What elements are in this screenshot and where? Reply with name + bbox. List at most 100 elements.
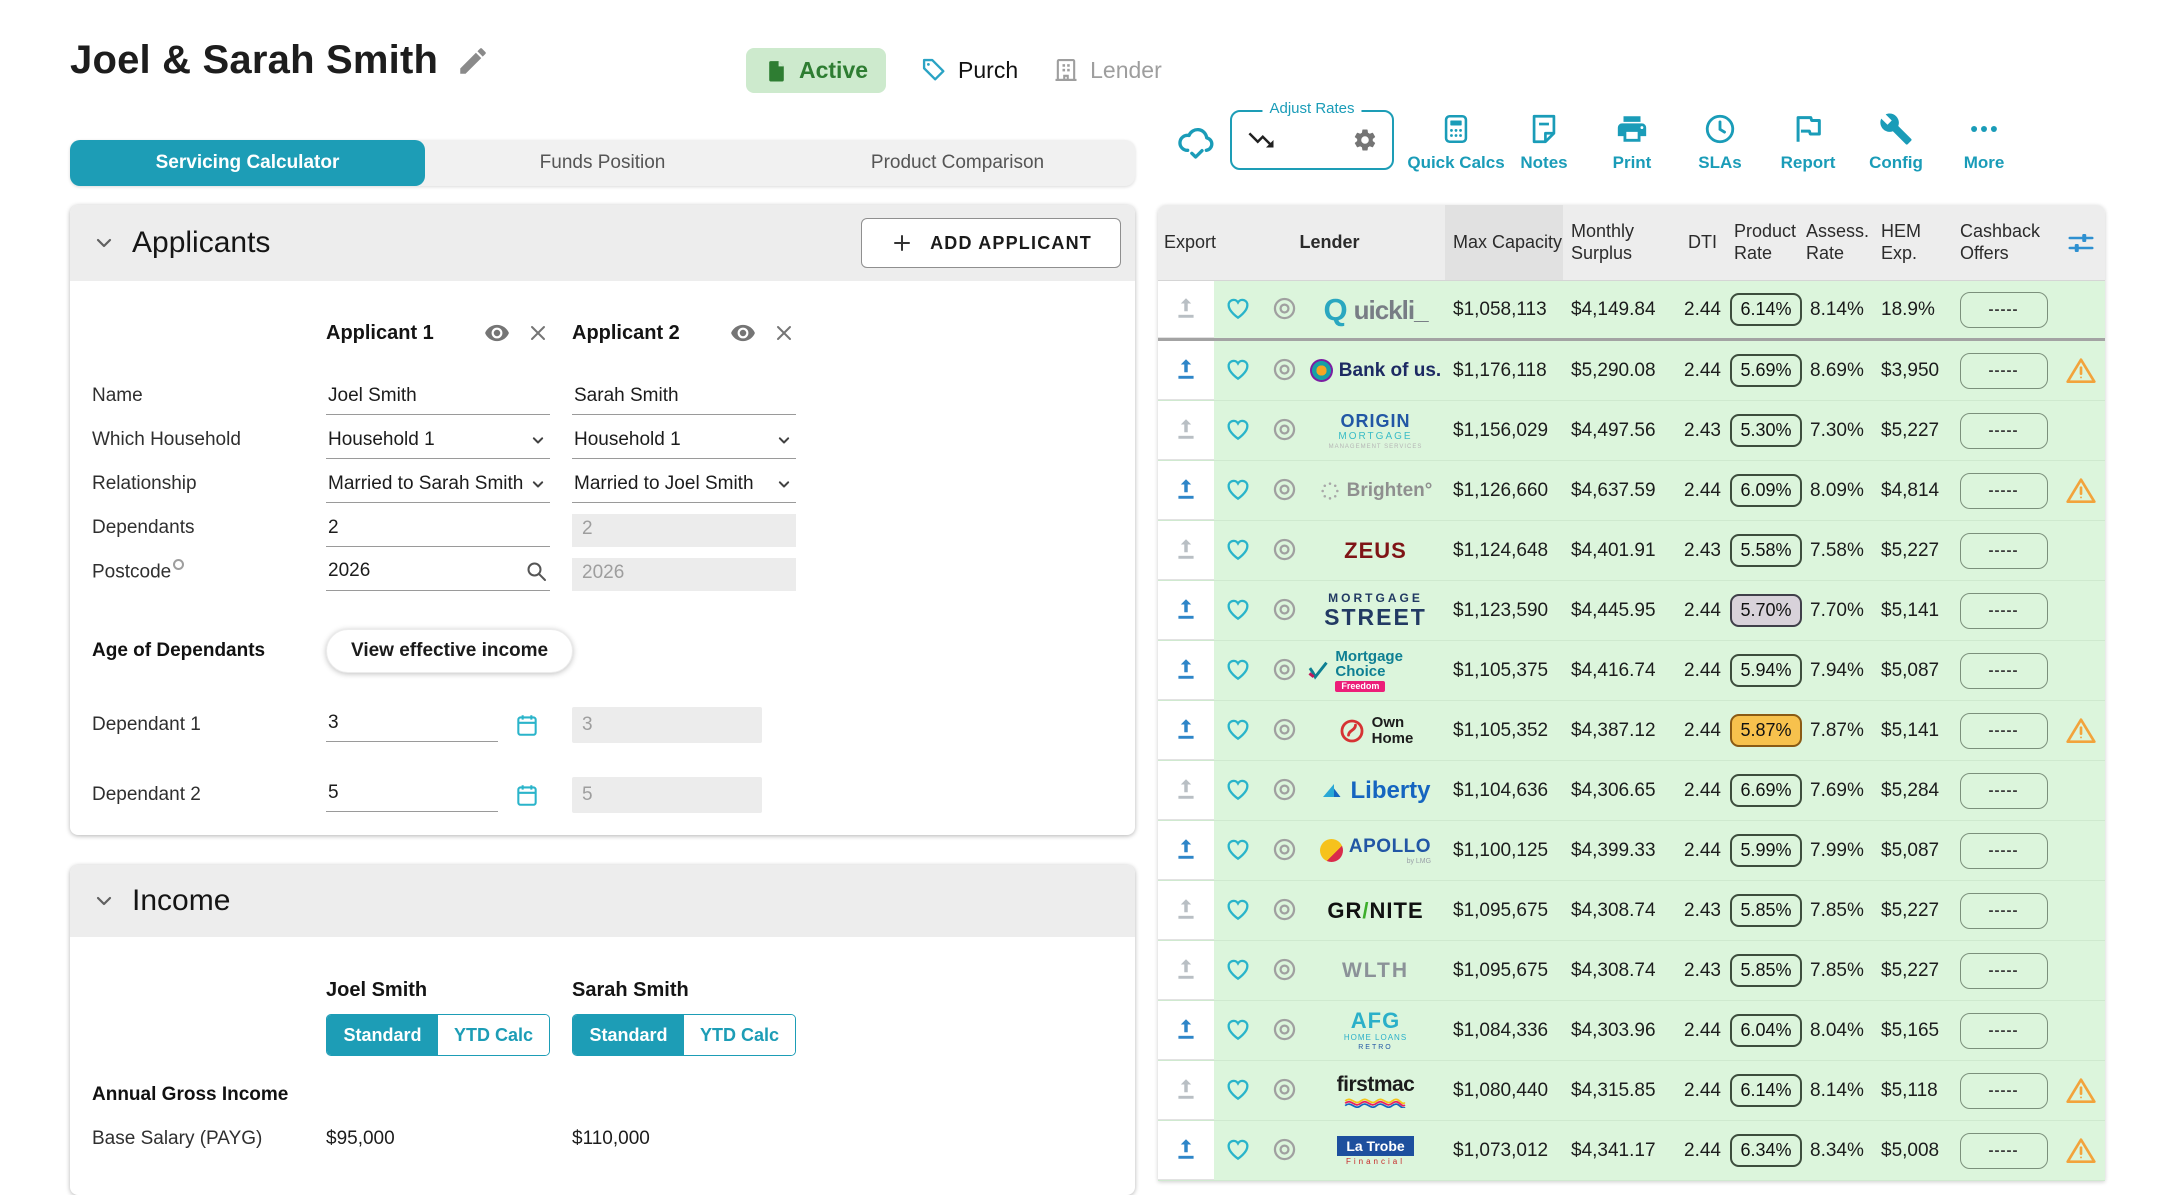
calendar-icon[interactable] [514,712,540,738]
column-max-capacity[interactable]: Max Capacity [1445,205,1563,280]
toolbar-button-config[interactable]: Config [1852,98,1940,173]
cashback-offers-button[interactable]: ----- [1960,1073,2048,1109]
column-hem-exp[interactable]: HEM Exp. [1875,221,1950,265]
visibility-button[interactable] [1271,536,1298,566]
which-household-select-2[interactable]: Household 1 [572,425,796,459]
export-button[interactable] [1173,295,1199,324]
product-rate-value[interactable]: 6.14% [1730,1074,1801,1107]
close-icon[interactable] [772,321,796,345]
postcode-input-1[interactable]: 2026 [326,555,550,591]
visibility-button[interactable] [1271,295,1298,325]
dependant-age-input-applicant1[interactable]: 5 [326,778,498,812]
status-badge-active[interactable]: Active [746,48,886,93]
lender-row-brighten[interactable]: Brighten°$1,126,660$4,637.592.446.09%8.0… [1158,461,2105,521]
export-button[interactable] [1173,896,1199,925]
cashback-offers-button[interactable]: ----- [1960,773,2048,809]
export-button[interactable] [1173,596,1199,625]
cashback-offers-button[interactable]: ----- [1960,473,2048,509]
name-input-2[interactable]: Sarah Smith [572,381,796,415]
lender-row-origin[interactable]: ORIGINMORTGAGEMANAGEMENT SERVICES$1,156,… [1158,401,2105,461]
toggle-ytd-calc[interactable]: YTD Calc [438,1015,549,1055]
warning-icon[interactable] [2065,355,2097,387]
visibility-button[interactable] [1271,416,1298,446]
cashback-offers-button[interactable]: ----- [1960,593,2048,629]
chevron-down-icon[interactable] [92,231,116,255]
lender-row-afg[interactable]: AFGHOME LOANSRETRO$1,084,336$4,303.962.4… [1158,1001,2105,1061]
lender-row-zeus[interactable]: ZEUS$1,124,648$4,401.912.435.58%7.58%$5,… [1158,521,2105,581]
toggle-standard[interactable]: Standard [327,1015,438,1055]
visibility-button[interactable] [1271,356,1298,386]
dependants-input-1[interactable]: 2 [326,513,550,547]
calendar-icon[interactable] [514,782,540,808]
export-button[interactable] [1173,356,1199,385]
trending-down-icon[interactable] [1246,125,1276,155]
lender-row-mchoice[interactable]: Mortgage ChoiceFreedom$1,105,375$4,416.7… [1158,641,2105,701]
relationship-select-1[interactable]: Married to Sarah Smith [326,469,550,503]
export-button[interactable] [1173,776,1199,805]
lender-row-firstmac[interactable]: firstmac$1,080,440$4,315.852.446.14%8.14… [1158,1061,2105,1121]
eye-icon[interactable] [484,320,510,346]
cashback-offers-button[interactable]: ----- [1960,292,2048,328]
close-icon[interactable] [526,321,550,345]
column-cashback-offers[interactable]: Cashback Offers [1950,221,2057,265]
export-button[interactable] [1173,1076,1199,1105]
export-button[interactable] [1173,536,1199,565]
income-header[interactable]: Income [70,865,1135,937]
product-rate-value[interactable]: 5.58% [1730,534,1801,567]
lender-row-apollo[interactable]: APOLLOby LMG$1,100,125$4,399.332.445.99%… [1158,821,2105,881]
column-assess-rate[interactable]: Assess. Rate [1806,221,1875,265]
cashback-offers-button[interactable]: ----- [1960,1133,2048,1169]
warning-icon[interactable] [2065,715,2097,747]
toolbar-button-print[interactable]: Print [1588,98,1676,173]
visibility-button[interactable] [1271,1016,1298,1046]
cashback-offers-button[interactable]: ----- [1960,533,2048,569]
lender-row-ownhome[interactable]: OwnHome$1,105,352$4,387.122.445.87%7.87%… [1158,701,2105,761]
visibility-button[interactable] [1271,776,1298,806]
favorite-button[interactable] [1224,1075,1252,1106]
favorite-button[interactable] [1224,535,1252,566]
product-rate-value[interactable]: 5.99% [1730,834,1801,867]
cashback-offers-button[interactable]: ----- [1960,353,2048,389]
favorite-button[interactable] [1224,655,1252,686]
tab-product-comparison[interactable]: Product Comparison [780,140,1135,186]
cashback-offers-button[interactable]: ----- [1960,413,2048,449]
dependant-age-input-applicant1[interactable]: 3 [326,708,498,742]
product-rate-value[interactable]: 5.87% [1730,714,1801,747]
visibility-button[interactable] [1271,596,1298,626]
favorite-button[interactable] [1224,835,1252,866]
applicants-header[interactable]: Applicants ADD APPLICANT [70,205,1135,281]
export-button[interactable] [1173,836,1199,865]
tab-funds-position[interactable]: Funds Position [425,140,780,186]
lender-row-liberty[interactable]: Liberty$1,104,636$4,306.652.446.69%7.69%… [1158,761,2105,821]
product-rate-value[interactable]: 6.34% [1730,1134,1801,1167]
toolbar-button-report[interactable]: Report [1764,98,1852,173]
product-rate-value[interactable]: 6.09% [1730,474,1801,507]
favorite-button[interactable] [1224,1135,1252,1166]
adjust-rates-control[interactable]: Adjust Rates [1230,110,1394,170]
toolbar-button-notes[interactable]: Notes [1500,98,1588,173]
visibility-button[interactable] [1271,1136,1298,1166]
column-dti[interactable]: DTI [1679,232,1726,254]
toolbar-button-quick-calcs[interactable]: Quick Calcs [1412,98,1500,173]
lender-badge[interactable]: Lender [1052,56,1162,84]
lender-row-mstreet[interactable]: MORTGAGESTREET$1,123,590$4,445.952.445.7… [1158,581,2105,641]
column-product-rate[interactable]: Product Rate [1726,221,1806,265]
lender-row-bankofus[interactable]: Bank of us.$1,176,118$5,290.082.445.69%8… [1158,341,2105,401]
favorite-button[interactable] [1224,895,1252,926]
lender-row-wlth[interactable]: WLTH$1,095,675$4,308.742.435.85%7.85%$5,… [1158,941,2105,1001]
product-rate-value[interactable]: 5.94% [1730,654,1801,687]
cloud-sync-icon[interactable] [1176,122,1216,162]
toggle-standard[interactable]: Standard [573,1015,684,1055]
info-icon[interactable] [173,559,184,570]
which-household-select-1[interactable]: Household 1 [326,425,550,459]
cashback-offers-button[interactable]: ----- [1960,893,2048,929]
product-rate-value[interactable]: 5.70% [1730,594,1801,627]
export-button[interactable] [1173,656,1199,685]
export-button[interactable] [1173,956,1199,985]
cashback-offers-button[interactable]: ----- [1960,953,2048,989]
export-button[interactable] [1173,416,1199,445]
lender-row-granite[interactable]: GR/NITE$1,095,675$4,308.742.435.85%7.85%… [1158,881,2105,941]
favorite-button[interactable] [1224,595,1252,626]
tab-servicing-calculator[interactable]: Servicing Calculator [70,140,425,186]
export-button[interactable] [1173,1136,1199,1165]
